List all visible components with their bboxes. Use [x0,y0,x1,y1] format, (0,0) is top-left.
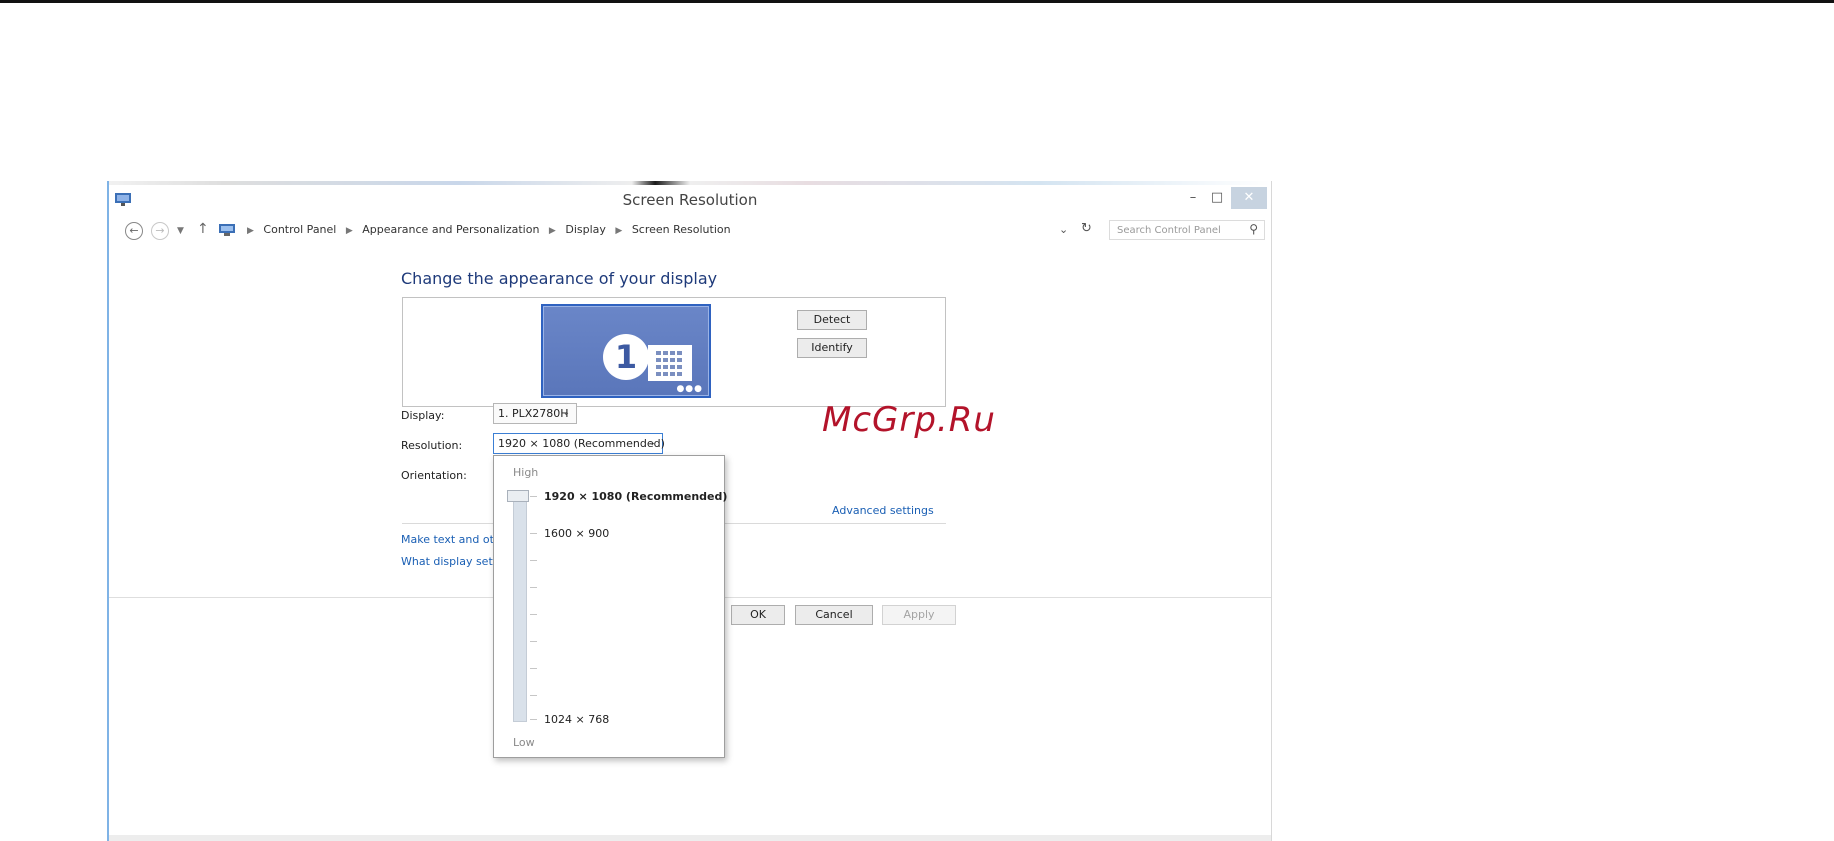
advanced-settings-link[interactable]: Advanced settings [832,504,934,517]
breadcrumb-separator-icon: ▶ [345,226,353,236]
watermark-text: McGrp.Ru [822,400,996,440]
display-label: Display: [401,409,445,422]
back-arrow-icon[interactable]: ← [125,222,143,240]
monitor-desktop-icon [648,345,692,381]
resolution-slider-thumb[interactable] [507,490,529,502]
up-arrow-icon[interactable]: ↑ [197,221,209,237]
refresh-icon[interactable]: ↻ [1081,221,1092,236]
maximize-button[interactable]: □ [1205,187,1229,209]
slider-tick [530,668,537,669]
slider-high-label: High [513,466,539,479]
resolution-slider-track[interactable] [513,494,527,722]
resolution-option-1600[interactable]: 1600 × 900 [544,527,609,540]
search-icon[interactable]: ⚲ [1249,222,1258,236]
resolution-label: Resolution: [401,439,463,452]
breadcrumb-separator-icon: ▶ [247,226,254,236]
minimize-button[interactable]: – [1181,187,1205,209]
resolution-option-1024[interactable]: 1024 × 768 [544,713,609,726]
slider-tick [530,614,537,615]
apply-button[interactable]: Apply [882,605,956,625]
display-select-value: 1. PLX2780H [498,407,569,420]
monitor-tile[interactable]: 1 ●●● [541,304,711,398]
forward-arrow-icon[interactable]: → [151,222,169,240]
slider-tick [530,695,537,696]
slider-tick [530,641,537,642]
recent-locations-icon[interactable]: ▼ [177,223,184,239]
breadcrumb-separator-icon: ▶ [615,226,623,236]
control-panel-icon [219,224,235,236]
top-rule [0,0,1834,3]
slider-tick [530,587,537,588]
identify-button[interactable]: Identify [797,338,867,358]
monitor-dots-icon: ●●● [676,384,703,394]
breadcrumb: ▶ Control Panel ▶ Appearance and Persona… [241,223,731,236]
resolution-option-1920[interactable]: 1920 × 1080 (Recommended) [544,490,727,503]
screen-resolution-window: Screen Resolution – □ ✕ ← → ▼ ↑ ▶ Contro… [107,181,1272,841]
breadcrumb-appearance[interactable]: Appearance and Personalization [362,223,539,236]
resolution-dropdown-popup: High 1920 × 1080 (Recommended) 1600 × 90… [493,455,727,758]
search-box: ⚲ [1109,220,1265,240]
slider-tick [530,719,537,720]
title-bar: Screen Resolution – □ ✕ [109,185,1271,215]
close-button[interactable]: ✕ [1231,187,1267,209]
ok-button[interactable]: OK [731,605,785,625]
breadcrumb-separator-icon: ▶ [548,226,556,236]
cancel-button[interactable]: Cancel [795,605,873,625]
chevron-down-icon: ⌄ [648,438,656,448]
window-title: Screen Resolution [622,191,758,209]
display-preview: 1 ●●● Detect Identify [402,297,946,407]
detect-button[interactable]: Detect [797,310,867,330]
breadcrumb-display[interactable]: Display [565,223,606,236]
chevron-down-icon: ⌄ [562,408,570,418]
slider-low-label: Low [513,736,535,749]
search-input[interactable] [1110,221,1247,239]
orientation-label: Orientation: [401,469,467,482]
slider-tick [530,496,537,497]
monitor-number-badge: 1 [603,334,649,380]
breadcrumb-screen-resolution[interactable]: Screen Resolution [632,223,731,236]
address-bar: ← → ▼ ↑ ▶ Control Panel ▶ Appearance and… [109,215,1271,245]
resolution-select[interactable]: 1920 × 1080 (Recommended) ⌄ [493,433,665,454]
resolution-select-value: 1920 × 1080 (Recommended) [498,437,665,450]
window-bottom-edge [109,835,1271,841]
display-select[interactable]: 1. PLX2780H ⌄ [493,403,577,424]
slider-tick [530,560,537,561]
breadcrumb-control-panel[interactable]: Control Panel [263,223,336,236]
page-heading: Change the appearance of your display [401,269,718,288]
slider-tick [530,533,537,534]
address-dropdown-icon[interactable]: ⌄ [1059,223,1068,236]
